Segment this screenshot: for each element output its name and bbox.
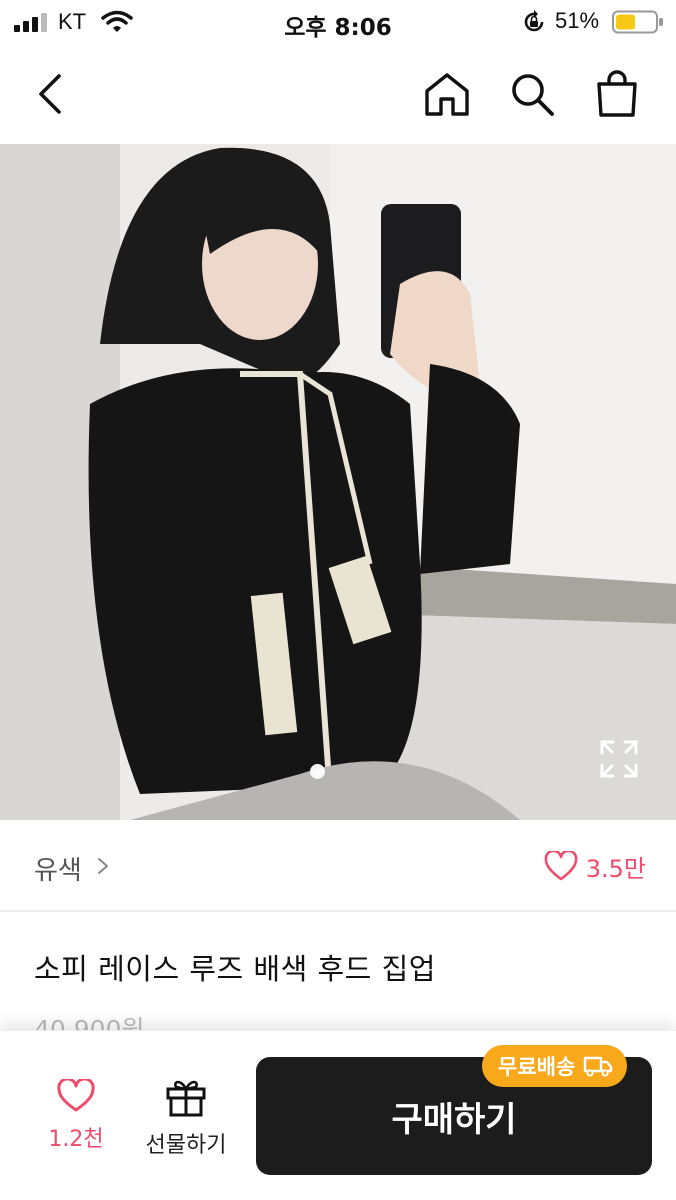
gift-button[interactable]: 선물하기 xyxy=(138,1077,234,1159)
status-bar: KT 오후 8:06 51% xyxy=(0,0,676,44)
like-count: 1.2천 xyxy=(48,1127,104,1152)
free-shipping-badge: 무료배송 xyxy=(482,1045,628,1087)
back-button[interactable] xyxy=(24,68,76,120)
top-navigation-bar xyxy=(0,44,676,144)
chevron-right-icon[interactable] xyxy=(96,856,110,876)
search-button[interactable] xyxy=(506,68,558,120)
like-button[interactable]: 1.2천 xyxy=(40,1077,112,1153)
delivery-truck-icon xyxy=(584,1056,613,1077)
free-shipping-label: 무료배송 xyxy=(498,1055,576,1079)
gift-label: 선물하기 xyxy=(145,1133,227,1158)
battery-icon xyxy=(612,10,663,34)
search-icon xyxy=(512,74,554,116)
gift-icon xyxy=(166,1080,206,1117)
home-button[interactable] xyxy=(421,68,473,120)
product-image[interactable] xyxy=(0,144,676,820)
battery-percentage: 51% xyxy=(555,8,600,33)
heart-icon xyxy=(544,851,578,881)
rotation-lock-icon xyxy=(524,10,544,32)
heart-icon xyxy=(57,1077,95,1112)
expand-button[interactable] xyxy=(598,738,640,780)
shopping-bag-button[interactable] xyxy=(591,68,643,120)
wishlist-button[interactable]: 3.5만 xyxy=(544,846,646,886)
home-icon xyxy=(425,73,469,116)
expand-icon xyxy=(600,740,638,778)
product-title: 소피 레이스 루즈 배색 후드 집업 xyxy=(34,952,436,986)
brand-link[interactable]: 유색 xyxy=(34,850,82,887)
bottom-action-bar: 1.2천 선물하기 구매하기 무료배송 xyxy=(0,1030,676,1200)
product-photo xyxy=(0,144,676,820)
brand-row: 유색 3.5만 xyxy=(0,820,676,912)
buy-button-label: 구매하기 xyxy=(391,1099,517,1140)
back-icon xyxy=(39,74,61,114)
carousel-indicator-dot[interactable] xyxy=(310,764,325,779)
shopping-bag-icon xyxy=(597,70,637,117)
wishlist-count: 3.5만 xyxy=(585,854,646,883)
